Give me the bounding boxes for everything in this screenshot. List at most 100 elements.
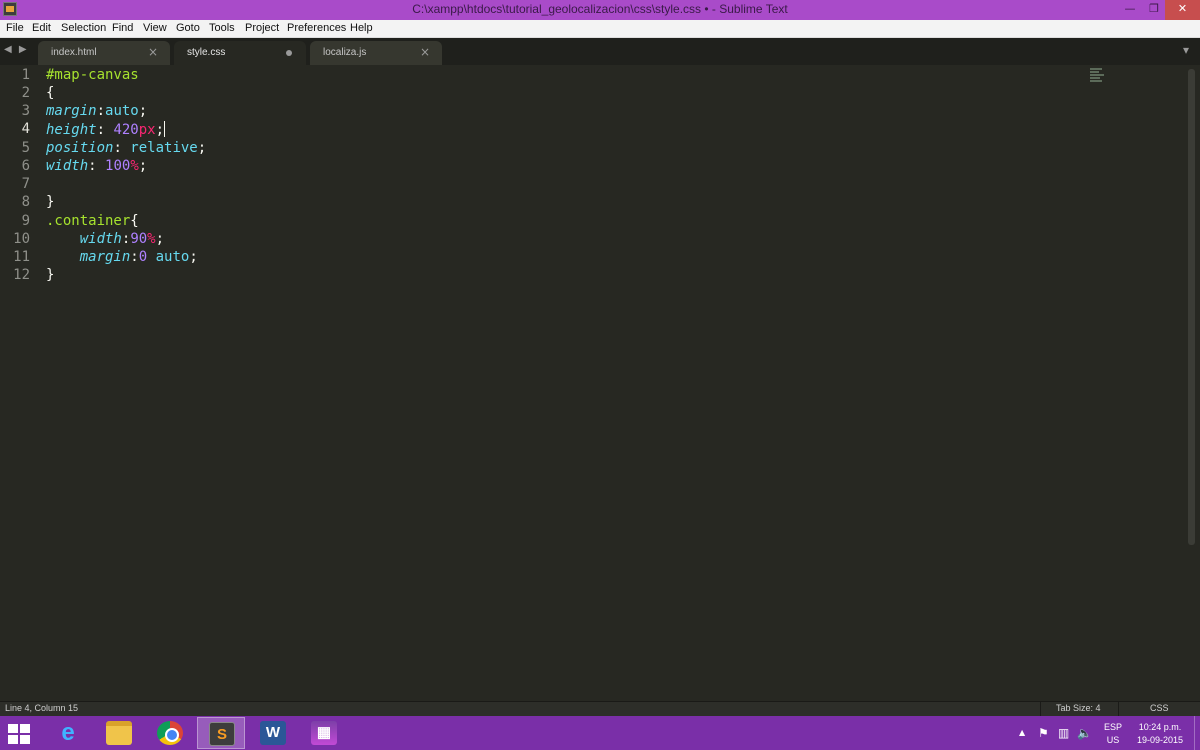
tab-nav-arrows-icon[interactable]: ◀ ▶ [4,44,29,55]
line-number: 12 [13,267,30,283]
tab-overflow-icon[interactable]: ▾ [1183,43,1189,57]
language-primary: ESP [1104,722,1123,732]
code-line-6[interactable]: width: 100%; [46,158,147,174]
semicolon: ; [138,103,148,119]
css-unit: px [138,122,156,138]
colon: : [113,140,131,156]
vertical-scrollbar[interactable] [1188,69,1195,545]
syntax-selector[interactable]: CSS [1150,703,1169,713]
css-value: auto [105,103,139,119]
css-property: margin [46,103,97,119]
tab-label: index.html [51,47,97,58]
line-number: 2 [21,85,30,101]
line-number: 8 [21,194,30,210]
tab-index-html[interactable]: index.html × [38,41,170,65]
unsaved-dot-icon[interactable] [286,50,292,56]
restore-icon[interactable]: ❐ [1141,0,1167,20]
colon: : [96,103,106,119]
tab-close-icon[interactable]: × [420,45,430,59]
close-brace: } [46,194,55,210]
language-indicator[interactable]: ESP US [1104,721,1122,747]
menu-edit[interactable]: Edit [32,21,51,36]
menu-preferences[interactable]: Preferences [287,21,346,36]
semicolon: ; [138,158,148,174]
status-bar: Line 4, Column 15 Tab Size: 4 CSS [0,701,1200,717]
css-number: 420 [113,122,139,138]
clock[interactable]: 10:24 p.m. 19-09-2015 [1134,721,1186,747]
code-editor[interactable]: 1 2 3 4 5 6 7 8 9 10 11 12 #map-canvas {… [0,65,1200,701]
windows-start-icon[interactable] [8,724,30,744]
semicolon: ; [189,249,198,265]
taskbar: e S W ▦ ▲ ⚑ ▥ 🔈 ESP US 10:24 p.m. 19-09-… [0,716,1200,750]
line-number: 3 [21,103,30,119]
code-line-12[interactable]: } [46,267,54,283]
tab-localiza-js[interactable]: localiza.js × [310,41,442,65]
text-cursor [164,121,166,137]
code-line-11[interactable]: margin:0 auto; [46,249,198,265]
code-line-2[interactable]: { [46,85,54,101]
css-property: width [46,158,89,174]
css-unit: % [147,231,156,247]
word-icon[interactable]: W [249,717,297,749]
semicolon: ; [155,231,165,247]
semicolon: ; [197,140,207,156]
show-desktop-button[interactable] [1194,716,1200,750]
css-value: auto [147,249,190,265]
menu-help[interactable]: Help [350,21,373,36]
status-divider [1118,702,1119,717]
menu-project[interactable]: Project [245,21,279,36]
css-selector: .container [46,213,131,229]
close-icon[interactable]: ✕ [1165,0,1200,20]
code-line-9[interactable]: .container{ [46,213,139,229]
code-line-4[interactable]: height: 420px; [46,121,166,138]
tab-style-css[interactable]: style.css [174,41,306,65]
colon: : [96,122,114,138]
menu-file[interactable]: File [6,21,24,36]
menu-tools[interactable]: Tools [209,21,235,36]
tray-expand-icon[interactable]: ▲ [1019,728,1025,737]
file-explorer-icon[interactable] [95,717,143,749]
menu-view[interactable]: View [143,21,167,36]
code-line-3[interactable]: margin:auto; [46,103,147,119]
chrome-icon[interactable] [146,717,194,749]
tab-label: localiza.js [323,47,367,58]
cursor-position: Line 4, Column 15 [5,703,79,713]
css-unit: % [130,158,139,174]
close-brace: } [46,267,55,283]
volume-icon[interactable]: 🔈 [1077,726,1092,740]
line-number: 5 [21,140,30,156]
code-line-1[interactable]: #map-canvas [46,67,139,83]
status-divider [1040,702,1041,717]
code-line-8[interactable]: } [46,194,54,210]
tab-close-icon[interactable]: × [148,45,158,59]
flag-icon[interactable]: ⚑ [1038,726,1049,740]
line-number: 9 [21,213,30,229]
code-line-10[interactable]: width:90%; [46,231,164,247]
menu-selection[interactable]: Selection [61,21,106,36]
open-brace: { [46,85,55,101]
title-bar: C:\xampp\htdocs\tutorial_geolocalizacion… [0,0,1200,20]
css-property: width [79,231,122,247]
line-number: 7 [21,176,30,192]
code-line-5[interactable]: position: relative; [46,140,206,156]
line-number-current: 4 [21,121,30,137]
language-secondary: US [1106,735,1120,745]
minimap[interactable] [1090,68,1110,88]
css-number: 90 [130,231,148,247]
css-property: height [46,122,97,138]
css-property: margin [79,249,131,265]
css-selector: #map-canvas [46,67,139,83]
sublime-text-taskbar-icon[interactable]: S [197,717,245,749]
tab-bar: ◀ ▶ index.html × style.css localiza.js ×… [0,38,1200,65]
winrar-icon[interactable]: ▦ [300,717,348,749]
minimize-icon[interactable]: — [1117,0,1143,20]
menu-find[interactable]: Find [112,21,133,36]
internet-explorer-icon[interactable]: e [44,717,92,749]
line-number: 10 [13,231,30,247]
network-icon[interactable]: ▥ [1058,726,1069,740]
menu-goto[interactable]: Goto [176,21,200,36]
colon: : [88,158,106,174]
tab-size-selector[interactable]: Tab Size: 4 [1056,703,1101,713]
